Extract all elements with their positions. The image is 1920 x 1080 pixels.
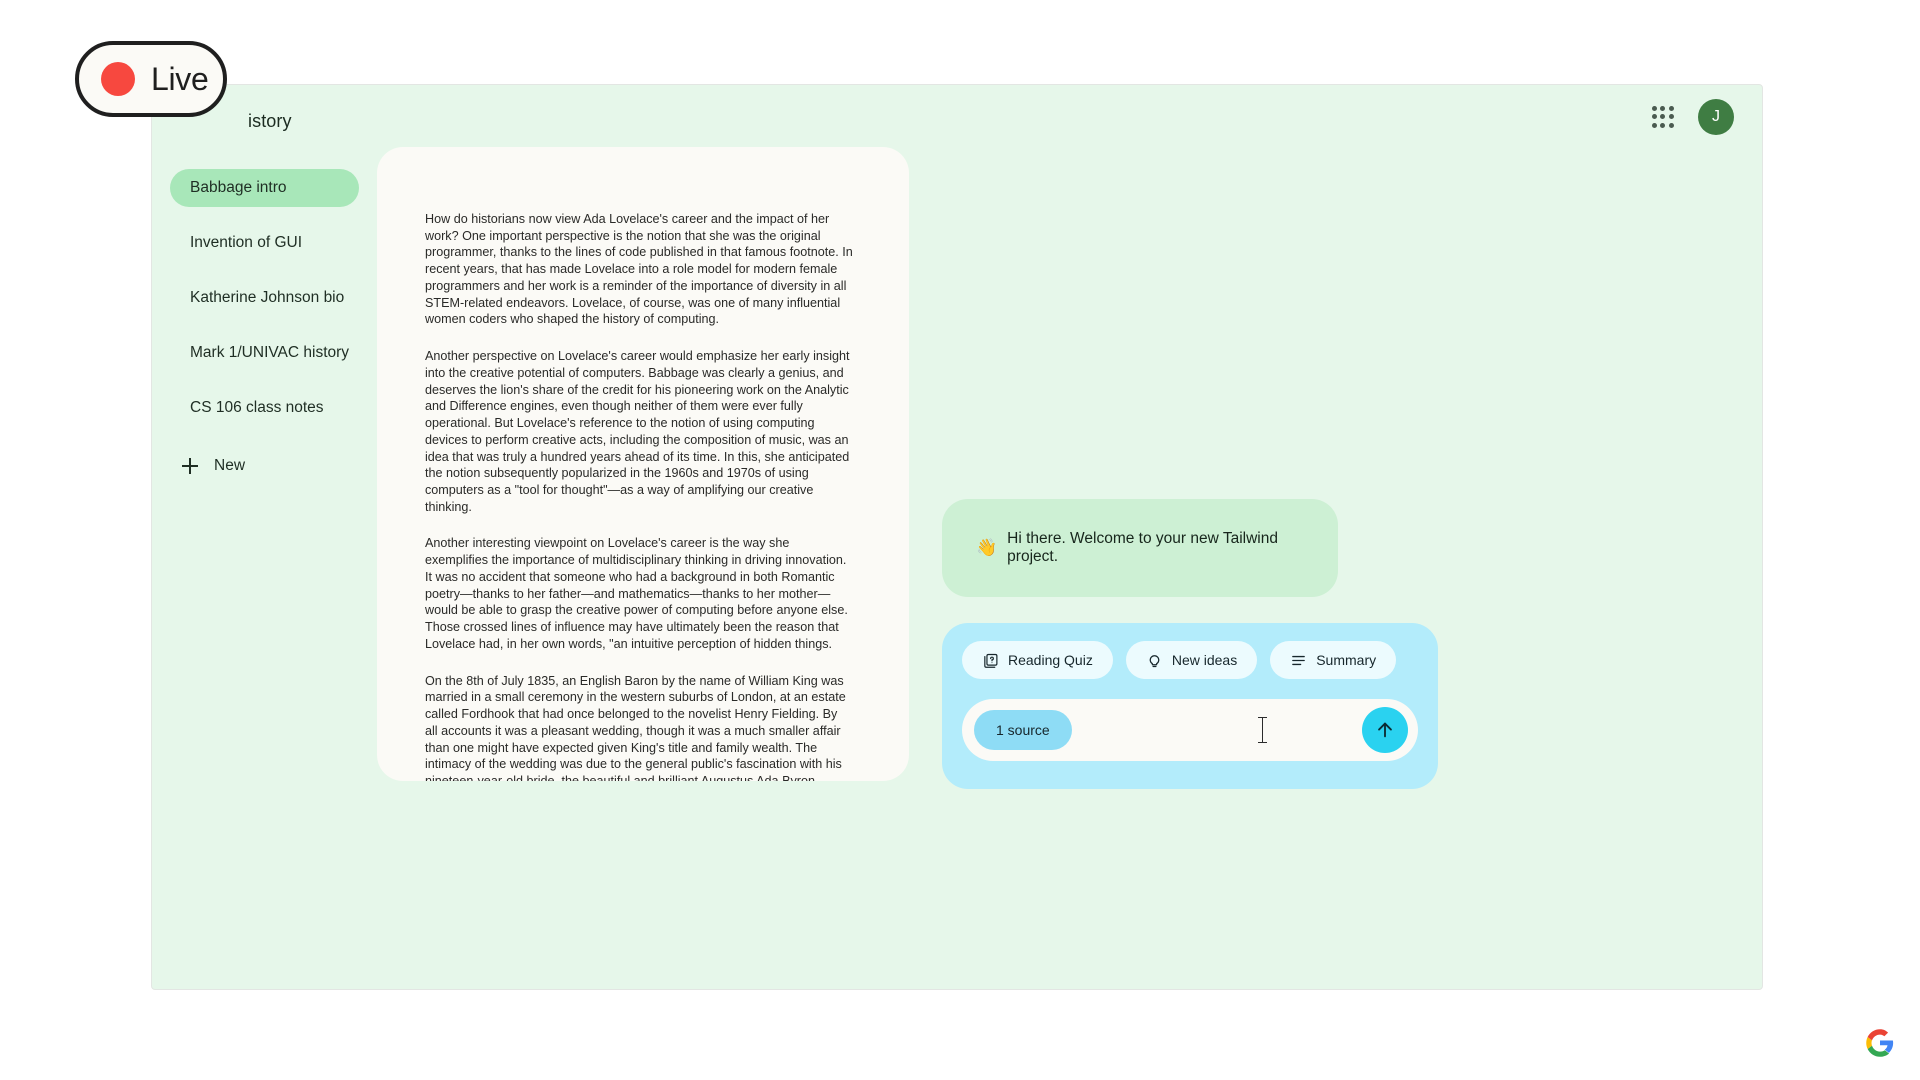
waving-hand-icon: 👋 bbox=[976, 538, 998, 557]
sidebar-item-label: Mark 1/UNIVAC history bbox=[190, 344, 350, 361]
sidebar-item-label: Invention of GUI bbox=[190, 234, 303, 251]
live-badge-label: Live bbox=[151, 60, 209, 97]
send-button[interactable] bbox=[1362, 707, 1408, 753]
screen: istory J Babbage intro Invention of GUI … bbox=[0, 0, 1920, 1080]
app-window: istory J Babbage intro Invention of GUI … bbox=[151, 84, 1763, 990]
record-dot-icon bbox=[101, 62, 135, 96]
apps-grid-icon[interactable] bbox=[1650, 104, 1676, 130]
document-body: How do historians now view Ada Lovelace'… bbox=[377, 147, 909, 781]
google-g-logo bbox=[1865, 1028, 1895, 1058]
chip-summary[interactable]: Summary bbox=[1270, 641, 1397, 679]
sidebar-item-babbage-intro[interactable]: Babbage intro bbox=[170, 169, 359, 207]
sidebar-item-cs-106-class-notes[interactable]: CS 106 class notes bbox=[170, 389, 359, 427]
new-note-label: New bbox=[214, 457, 246, 474]
live-badge: Live bbox=[75, 41, 227, 117]
composer-text-input[interactable] bbox=[1079, 709, 1354, 751]
chip-reading-quiz[interactable]: Reading Quiz bbox=[962, 641, 1113, 679]
chip-new-ideas[interactable]: New ideas bbox=[1125, 641, 1258, 679]
sidebar-item-label: Babbage intro bbox=[190, 179, 287, 196]
document-paragraph: Another interesting viewpoint on Lovelac… bbox=[425, 536, 848, 651]
composer-panel: Reading Quiz New ideas Summary 1 source bbox=[942, 623, 1438, 789]
assistant-greeting-bubble: 👋 Hi there. Welcome to your new Tailwind… bbox=[942, 499, 1338, 597]
document-paragraph: How do historians now view Ada Lovelace'… bbox=[425, 212, 853, 327]
avatar[interactable]: J bbox=[1698, 99, 1734, 135]
source-count-pill[interactable]: 1 source bbox=[974, 710, 1072, 750]
document-card[interactable]: How do historians now view Ada Lovelace'… bbox=[377, 147, 909, 781]
header-actions: J bbox=[1650, 99, 1734, 135]
lightbulb-icon bbox=[1146, 652, 1163, 669]
chip-label: Reading Quiz bbox=[1008, 652, 1093, 668]
app-header: istory J bbox=[152, 85, 1762, 157]
new-note-button[interactable]: New bbox=[170, 447, 359, 485]
chip-label: New ideas bbox=[1171, 652, 1238, 668]
sidebar-item-mark-1-univac-history[interactable]: Mark 1/UNIVAC history bbox=[170, 334, 359, 372]
chip-label: Summary bbox=[1316, 652, 1377, 668]
source-count-label: 1 source bbox=[996, 722, 1050, 738]
sidebar-item-label: CS 106 class notes bbox=[190, 399, 324, 416]
document-paragraph: Another perspective on Lovelace's career… bbox=[425, 349, 850, 514]
composer-input-row: 1 source bbox=[962, 699, 1418, 761]
assistant-greeting-text: Hi there. Welcome to your new Tailwind p… bbox=[1007, 530, 1278, 565]
document-paragraph: On the 8th of July 1835, an English Baro… bbox=[425, 673, 846, 781]
sidebar-item-label: Katherine Johnson bio bbox=[190, 289, 345, 306]
sidebar: Babbage intro Invention of GUI Katherine… bbox=[152, 157, 377, 485]
suggestion-chips: Reading Quiz New ideas Summary bbox=[962, 641, 1418, 679]
quiz-card-icon bbox=[982, 652, 999, 669]
page-title: istory bbox=[248, 111, 292, 131]
sidebar-item-invention-of-gui[interactable]: Invention of GUI bbox=[170, 224, 359, 262]
plus-icon bbox=[182, 458, 198, 474]
list-lines-icon bbox=[1290, 652, 1307, 669]
text-cursor-icon bbox=[1258, 717, 1267, 744]
sidebar-item-katherine-johnson-bio[interactable]: Katherine Johnson bio bbox=[170, 279, 359, 317]
